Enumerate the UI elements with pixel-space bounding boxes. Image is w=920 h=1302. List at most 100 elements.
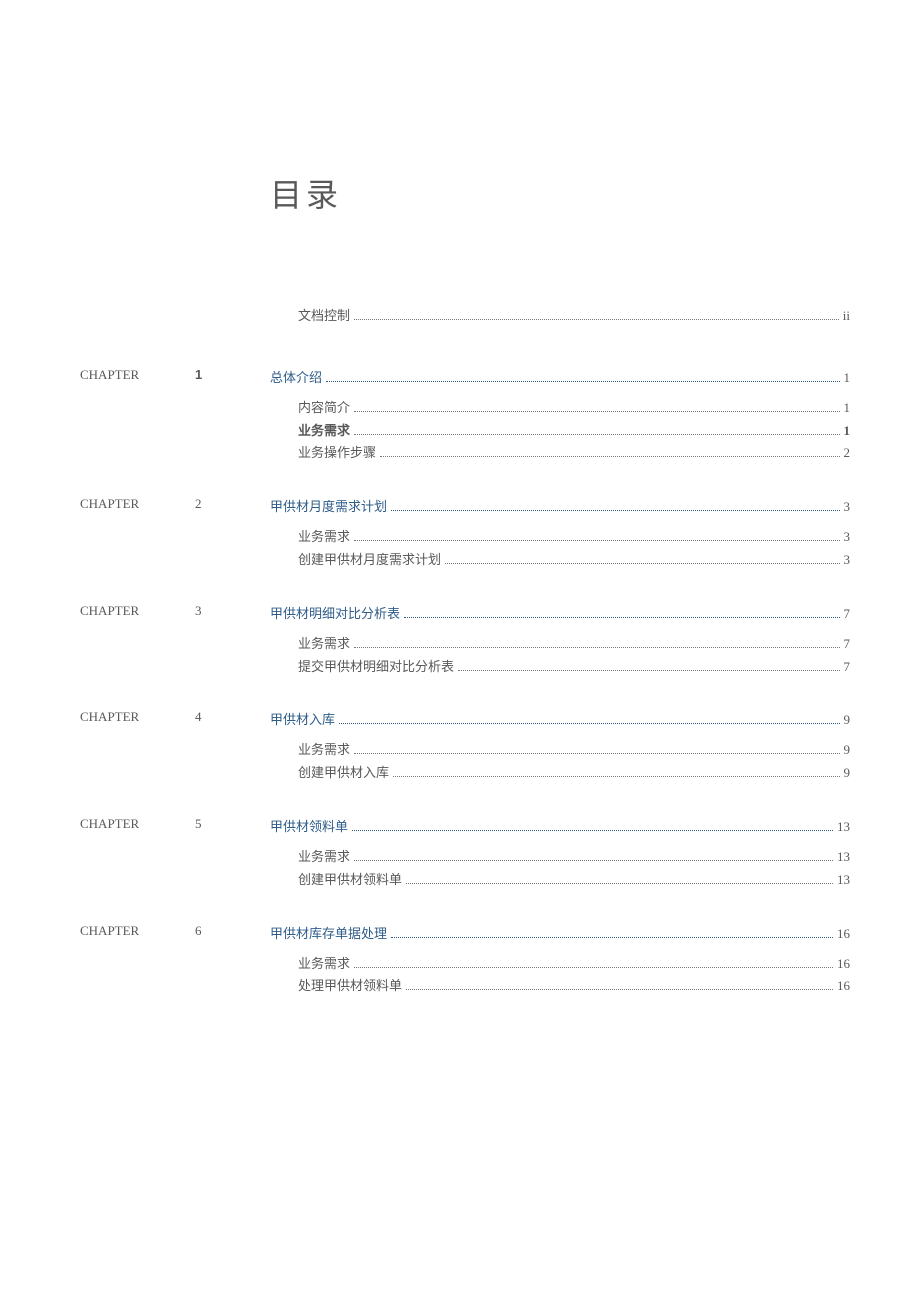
toc-sub-label: 业务需求 (298, 740, 350, 761)
toc-dots (354, 411, 839, 412)
toc-dots (354, 753, 839, 754)
toc-sub-page: 9 (844, 763, 851, 784)
toc-dots (391, 937, 833, 938)
toc-sub-row[interactable]: 提交甲供材明细对比分析表 7 (298, 657, 850, 678)
toc-sub-page: 2 (844, 443, 851, 464)
chapter-block: CHAPTER2 甲供材月度需求计划 3 业务需求3创建甲供材月度需求计划3 (80, 496, 850, 575)
toc-sub-row[interactable]: 业务需求 16 (298, 954, 850, 975)
toc-sub-label: 内容简介 (298, 398, 350, 419)
toc-preamble-row: 文档控制 ii (298, 306, 850, 327)
chapter-subs: 业务需求 7 提交甲供材明细对比分析表 7 (270, 634, 850, 678)
toc-dots (354, 860, 833, 861)
toc-sub-page: 13 (837, 870, 850, 891)
toc-sub-row[interactable]: 业务需求3 (298, 527, 850, 548)
toc-preamble-label: 文档控制 (298, 306, 350, 327)
chapter-subs: 业务需求9创建甲供材入库 9 (270, 740, 850, 784)
toc-sub-row[interactable]: 业务需求13 (298, 847, 850, 868)
chapter-content: 总体介绍1内容简介1业务需求1业务操作步骤2 (270, 367, 850, 468)
chapter-number: 3 (195, 603, 220, 619)
toc-sub-label: 业务需求 (298, 634, 350, 655)
toc-sub-row[interactable]: 创建甲供材领料单 13 (298, 870, 850, 891)
chapter-block: CHAPTER1总体介绍1内容简介1业务需求1业务操作步骤2 (80, 367, 850, 468)
toc-dots (339, 723, 839, 724)
chapter-title[interactable]: 甲供材领料单 (270, 816, 348, 835)
toc-sub-row[interactable]: 业务需求1 (298, 421, 850, 442)
toc-dots (406, 989, 833, 990)
toc-sub-row[interactable]: 处理甲供材领料单 16 (298, 976, 850, 997)
toc-dots (406, 883, 833, 884)
chapter-title[interactable]: 总体介绍 (270, 367, 322, 386)
chapter-title-row[interactable]: 甲供材入库 9 (270, 709, 850, 728)
chapter-label: CHAPTER (80, 367, 195, 383)
chapter-page: 7 (844, 606, 851, 622)
toc-sub-page: 16 (837, 976, 850, 997)
toc-dots (391, 510, 839, 511)
chapter-title-row[interactable]: 甲供材领料单 13 (270, 816, 850, 835)
chapter-subs: 业务需求 16 处理甲供材领料单 16 (270, 954, 850, 998)
chapter-block: CHAPTER3 甲供材明细对比分析表 7 业务需求 7 提交甲供材明细对比分析表 7 (80, 603, 850, 682)
toc-sub-label: 创建甲供材月度需求计划 (298, 550, 441, 571)
toc-sub-label: 提交甲供材明细对比分析表 (298, 657, 454, 678)
page-title: 目录 (270, 170, 850, 216)
chapter-content: 甲供材明细对比分析表 7 业务需求 7 提交甲供材明细对比分析表 7 (270, 603, 850, 682)
chapter-page: 16 (837, 926, 850, 942)
toc-dots (354, 967, 833, 968)
chapter-title-row[interactable]: 甲供材明细对比分析表 7 (270, 603, 850, 622)
chapter-content: 甲供材入库9业务需求9创建甲供材入库9 (270, 709, 850, 788)
toc-dots (354, 434, 839, 435)
chapter-title[interactable]: 甲供材库存单据处理 (270, 923, 387, 942)
chapter-label: CHAPTER (80, 496, 195, 512)
chapter-page: 9 (844, 712, 851, 728)
toc-sub-label: 业务操作步骤 (298, 443, 376, 464)
toc-sub-row[interactable]: 创建甲供材月度需求计划3 (298, 550, 850, 571)
toc-dots (393, 776, 839, 777)
toc-sub-row[interactable]: 创建甲供材入库 9 (298, 763, 850, 784)
toc-sub-label: 业务需求 (298, 527, 350, 548)
toc-dots (404, 617, 839, 618)
chapter-number: 1 (195, 367, 220, 382)
chapter-subs: 业务需求13创建甲供材领料单 13 (270, 847, 850, 891)
chapter-page: 3 (844, 499, 851, 515)
toc-sub-row[interactable]: 业务操作步骤 2 (298, 443, 850, 464)
toc-dots (354, 319, 839, 320)
toc-sub-row[interactable]: 业务需求 7 (298, 634, 850, 655)
chapter-block: CHAPTER5甲供材领料单13业务需求13创建甲供材领料单13 (80, 816, 850, 895)
chapter-label: CHAPTER (80, 709, 195, 725)
toc-dots (354, 540, 839, 541)
chapter-content: 甲供材月度需求计划 3 业务需求3创建甲供材月度需求计划3 (270, 496, 850, 575)
chapter-page: 13 (837, 819, 850, 835)
chapter-number: 5 (195, 816, 220, 832)
chapter-title[interactable]: 甲供材明细对比分析表 (270, 603, 400, 622)
toc-sub-label: 业务需求 (298, 847, 350, 868)
chapter-content: 甲供材领料单13业务需求13创建甲供材领料单13 (270, 816, 850, 895)
chapter-label: CHAPTER (80, 603, 195, 619)
chapter-number: 2 (195, 496, 220, 512)
chapters-list: CHAPTER1总体介绍1内容简介1业务需求1业务操作步骤2CHAPTER2甲供… (80, 367, 850, 1001)
toc-sub-row[interactable]: 内容简介1 (298, 398, 850, 419)
toc-sub-label: 业务需求 (298, 954, 350, 975)
chapter-block: CHAPTER4甲供材入库9业务需求9创建甲供材入库9 (80, 709, 850, 788)
chapter-content: 甲供材库存单据处理 16 业务需求 16 处理甲供材领料单 16 (270, 923, 850, 1002)
toc-sub-row[interactable]: 业务需求9 (298, 740, 850, 761)
chapter-title-row[interactable]: 甲供材月度需求计划 3 (270, 496, 850, 515)
chapter-title-row[interactable]: 总体介绍1 (270, 367, 850, 386)
chapter-label: CHAPTER (80, 816, 195, 832)
toc-sub-label: 处理甲供材领料单 (298, 976, 402, 997)
chapter-title[interactable]: 甲供材入库 (270, 709, 335, 728)
toc-sub-label: 创建甲供材入库 (298, 763, 389, 784)
chapter-block: CHAPTER6 甲供材库存单据处理 16 业务需求 16 处理甲供材领料单 16 (80, 923, 850, 1002)
toc-sub-page: 16 (837, 954, 850, 975)
toc-sub-page: 7 (844, 657, 851, 678)
chapter-subs: 内容简介1业务需求1业务操作步骤2 (270, 398, 850, 464)
chapter-label: CHAPTER (80, 923, 195, 939)
chapter-title-row[interactable]: 甲供材库存单据处理 16 (270, 923, 850, 942)
chapter-title[interactable]: 甲供材月度需求计划 (270, 496, 387, 515)
toc-sub-label: 创建甲供材领料单 (298, 870, 402, 891)
toc-preamble: 文档控制 ii (298, 306, 850, 327)
toc-dots (326, 381, 839, 382)
toc-dots (354, 647, 839, 648)
toc-dots (458, 670, 839, 671)
chapter-number: 6 (195, 923, 220, 939)
toc-sub-page: 1 (844, 421, 851, 442)
toc-sub-page: 7 (844, 634, 851, 655)
